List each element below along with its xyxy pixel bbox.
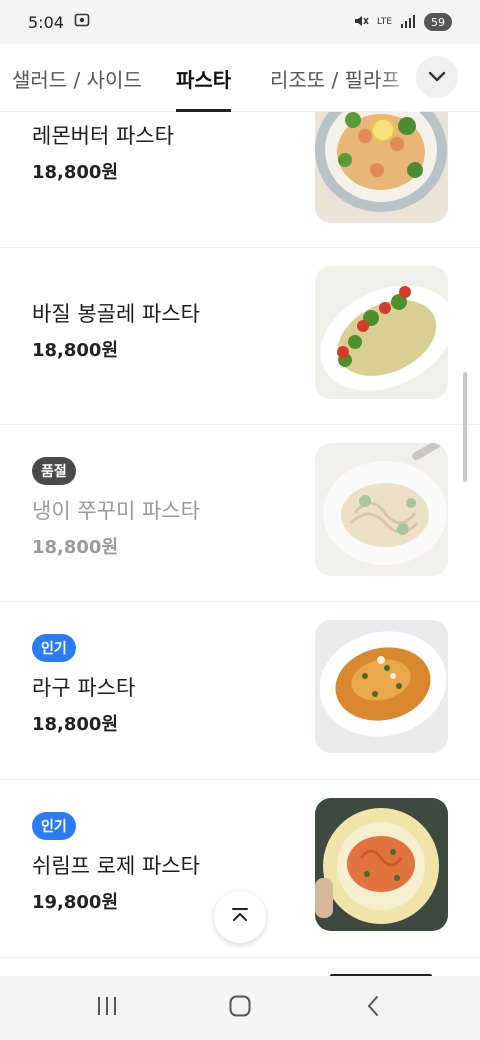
item-name: 레몬버터 파스타 (32, 124, 174, 148)
mute-icon (353, 13, 369, 32)
home-icon (228, 994, 252, 1022)
network-label: LTE (377, 16, 392, 27)
item-name: 라구 파스타 (32, 676, 136, 700)
expand-tabs-button[interactable] (416, 56, 458, 98)
status-time: 5:04 (28, 12, 64, 32)
item-price: 19,800원 (32, 892, 119, 913)
popular-badge: 인기 (32, 812, 76, 840)
back-icon (365, 994, 381, 1022)
chevron-up-icon (231, 906, 249, 928)
item-price: 18,800원 (32, 340, 119, 361)
tab-salad-side[interactable]: 샐러드 / 사이드 (12, 44, 142, 112)
status-bar: 5:04 LTE 59 (0, 0, 480, 44)
food-image (315, 112, 448, 223)
item-price: 18,800원 (32, 162, 119, 183)
screenshot-icon (74, 12, 90, 32)
recents-icon (95, 995, 119, 1021)
food-image (315, 620, 448, 753)
food-image (315, 443, 448, 576)
item-price: 18,800원 (32, 714, 119, 735)
back-button[interactable] (343, 986, 403, 1030)
menu-item-naengi-jjukkumi[interactable]: 품절 냉이 쭈꾸미 파스타 18,800원 (0, 425, 480, 602)
home-button[interactable] (210, 986, 270, 1030)
food-image (315, 266, 448, 399)
menu-list: 레몬버터 파스타 18,800원 바질 봉골레 파스타 18,800원 품절 냉… (0, 112, 480, 976)
menu-item-lemon-butter[interactable]: 레몬버터 파스타 18,800원 (0, 112, 480, 248)
item-name: 쉬림프 로제 파스타 (32, 854, 200, 878)
scrollbar[interactable] (463, 372, 467, 482)
food-image (315, 798, 448, 931)
menu-item-basil-vongole[interactable]: 바질 봉골레 파스타 18,800원 (0, 248, 480, 425)
battery-indicator: 59 (424, 13, 452, 31)
item-name: 냉이 쭈꾸미 파스타 (32, 499, 200, 523)
menu-item-next[interactable] (0, 958, 480, 976)
recents-button[interactable] (77, 986, 137, 1030)
system-nav-bar (0, 976, 480, 1040)
soldout-badge: 품절 (32, 457, 76, 485)
signal-icon (400, 14, 416, 31)
chevron-down-icon (428, 68, 446, 87)
popular-badge: 인기 (32, 634, 76, 662)
scroll-to-top-button[interactable] (214, 891, 266, 943)
tab-fade (380, 44, 420, 112)
item-price: 18,800원 (32, 537, 119, 558)
menu-item-ragu[interactable]: 인기 라구 파스타 18,800원 (0, 602, 480, 780)
tab-pasta[interactable]: 파스타 (176, 44, 232, 112)
category-tabs: 샐러드 / 사이드 파스타 리조또 / 필라프 (0, 44, 480, 112)
item-name: 바질 봉골레 파스타 (32, 302, 200, 326)
